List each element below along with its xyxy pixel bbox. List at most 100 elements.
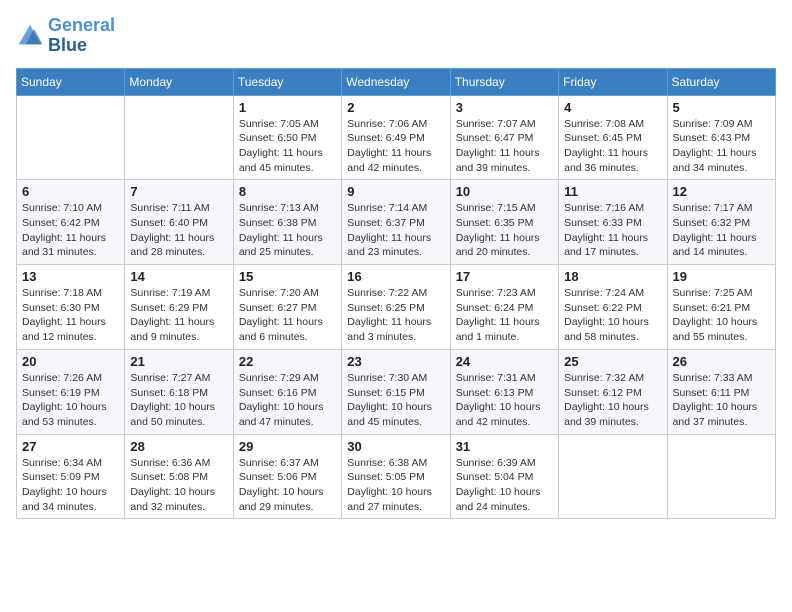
calendar-cell: 21 Sunrise: 7:27 AMSunset: 6:18 PMDayligh… <box>125 349 233 434</box>
day-number: 1 <box>239 100 336 115</box>
calendar-table: SundayMondayTuesdayWednesdayThursdayFrid… <box>16 68 776 520</box>
calendar-cell: 15 Sunrise: 7:20 AMSunset: 6:27 PMDayligh… <box>233 265 341 350</box>
weekday-header: Sunday <box>17 68 125 95</box>
day-info: Sunrise: 7:27 AMSunset: 6:18 PMDaylight:… <box>130 371 227 430</box>
day-info: Sunrise: 7:33 AMSunset: 6:11 PMDaylight:… <box>673 371 770 430</box>
day-number: 7 <box>130 184 227 199</box>
day-number: 8 <box>239 184 336 199</box>
calendar-week-row: 1 Sunrise: 7:05 AMSunset: 6:50 PMDaylight… <box>17 95 776 180</box>
day-info: Sunrise: 7:30 AMSunset: 6:15 PMDaylight:… <box>347 371 444 430</box>
day-number: 21 <box>130 354 227 369</box>
weekday-header: Monday <box>125 68 233 95</box>
day-info: Sunrise: 7:09 AMSunset: 6:43 PMDaylight:… <box>673 117 770 176</box>
calendar-cell: 20 Sunrise: 7:26 AMSunset: 6:19 PMDayligh… <box>17 349 125 434</box>
day-number: 4 <box>564 100 661 115</box>
calendar-cell <box>17 95 125 180</box>
calendar-cell: 13Sunrise: 7:18 AMSunset: 6:30 PMDayligh… <box>17 265 125 350</box>
weekday-header: Friday <box>559 68 667 95</box>
weekday-header: Tuesday <box>233 68 341 95</box>
day-number: 15 <box>239 269 336 284</box>
calendar-cell: 1 Sunrise: 7:05 AMSunset: 6:50 PMDaylight… <box>233 95 341 180</box>
day-info: Sunrise: 7:20 AMSunset: 6:27 PMDaylight:… <box>239 286 336 345</box>
day-info: Sunrise: 7:10 AMSunset: 6:42 PMDaylight:… <box>22 201 119 260</box>
day-info: Sunrise: 7:08 AMSunset: 6:45 PMDaylight:… <box>564 117 661 176</box>
day-number: 2 <box>347 100 444 115</box>
day-info: Sunrise: 7:18 AMSunset: 6:30 PMDaylight:… <box>22 286 119 345</box>
day-number: 5 <box>673 100 770 115</box>
day-number: 27 <box>22 439 119 454</box>
day-info: Sunrise: 7:25 AMSunset: 6:21 PMDaylight:… <box>673 286 770 345</box>
day-info: Sunrise: 7:06 AMSunset: 6:49 PMDaylight:… <box>347 117 444 176</box>
weekday-header: Saturday <box>667 68 775 95</box>
calendar-cell: 28 Sunrise: 6:36 AMSunset: 5:08 PMDayligh… <box>125 434 233 519</box>
day-number: 10 <box>456 184 553 199</box>
day-number: 16 <box>347 269 444 284</box>
calendar-cell: 2 Sunrise: 7:06 AMSunset: 6:49 PMDaylight… <box>342 95 450 180</box>
calendar-week-row: 13Sunrise: 7:18 AMSunset: 6:30 PMDayligh… <box>17 265 776 350</box>
calendar-cell: 16 Sunrise: 7:22 AMSunset: 6:25 PMDayligh… <box>342 265 450 350</box>
calendar-cell <box>125 95 233 180</box>
day-number: 25 <box>564 354 661 369</box>
day-number: 17 <box>456 269 553 284</box>
logo-icon <box>16 22 44 50</box>
day-number: 23 <box>347 354 444 369</box>
day-number: 28 <box>130 439 227 454</box>
day-info: Sunrise: 7:29 AMSunset: 6:16 PMDaylight:… <box>239 371 336 430</box>
day-info: Sunrise: 7:19 AMSunset: 6:29 PMDaylight:… <box>130 286 227 345</box>
day-number: 18 <box>564 269 661 284</box>
day-number: 24 <box>456 354 553 369</box>
day-info: Sunrise: 7:22 AMSunset: 6:25 PMDaylight:… <box>347 286 444 345</box>
day-info: Sunrise: 7:13 AMSunset: 6:38 PMDaylight:… <box>239 201 336 260</box>
calendar-header-row: SundayMondayTuesdayWednesdayThursdayFrid… <box>17 68 776 95</box>
day-number: 19 <box>673 269 770 284</box>
calendar-cell: 26 Sunrise: 7:33 AMSunset: 6:11 PMDayligh… <box>667 349 775 434</box>
calendar-cell: 19 Sunrise: 7:25 AMSunset: 6:21 PMDayligh… <box>667 265 775 350</box>
weekday-header: Thursday <box>450 68 558 95</box>
calendar-cell: 31Sunrise: 6:39 AMSunset: 5:04 PMDayligh… <box>450 434 558 519</box>
weekday-header: Wednesday <box>342 68 450 95</box>
calendar-cell: 30Sunrise: 6:38 AMSunset: 5:05 PMDayligh… <box>342 434 450 519</box>
day-info: Sunrise: 7:07 AMSunset: 6:47 PMDaylight:… <box>456 117 553 176</box>
day-info: Sunrise: 6:37 AMSunset: 5:06 PMDaylight:… <box>239 456 336 515</box>
day-number: 26 <box>673 354 770 369</box>
calendar-week-row: 27 Sunrise: 6:34 AMSunset: 5:09 PMDayligh… <box>17 434 776 519</box>
day-info: Sunrise: 7:26 AMSunset: 6:19 PMDaylight:… <box>22 371 119 430</box>
calendar-cell: 6 Sunrise: 7:10 AMSunset: 6:42 PMDaylight… <box>17 180 125 265</box>
day-number: 30 <box>347 439 444 454</box>
calendar-cell: 18Sunrise: 7:24 AMSunset: 6:22 PMDayligh… <box>559 265 667 350</box>
day-info: Sunrise: 7:05 AMSunset: 6:50 PMDaylight:… <box>239 117 336 176</box>
calendar-cell: 17 Sunrise: 7:23 AMSunset: 6:24 PMDayligh… <box>450 265 558 350</box>
logo: General Blue <box>16 16 115 56</box>
calendar-cell: 9Sunrise: 7:14 AMSunset: 6:37 PMDaylight… <box>342 180 450 265</box>
day-info: Sunrise: 7:11 AMSunset: 6:40 PMDaylight:… <box>130 201 227 260</box>
logo-text: General Blue <box>48 16 115 56</box>
calendar-cell: 10 Sunrise: 7:15 AMSunset: 6:35 PMDayligh… <box>450 180 558 265</box>
calendar-week-row: 20 Sunrise: 7:26 AMSunset: 6:19 PMDayligh… <box>17 349 776 434</box>
calendar-body: 1 Sunrise: 7:05 AMSunset: 6:50 PMDaylight… <box>17 95 776 519</box>
day-number: 31 <box>456 439 553 454</box>
day-number: 29 <box>239 439 336 454</box>
calendar-cell: 5 Sunrise: 7:09 AMSunset: 6:43 PMDaylight… <box>667 95 775 180</box>
page-header: General Blue <box>16 16 776 56</box>
calendar-cell: 14Sunrise: 7:19 AMSunset: 6:29 PMDayligh… <box>125 265 233 350</box>
calendar-cell: 11Sunrise: 7:16 AMSunset: 6:33 PMDayligh… <box>559 180 667 265</box>
calendar-cell: 8 Sunrise: 7:13 AMSunset: 6:38 PMDaylight… <box>233 180 341 265</box>
day-number: 11 <box>564 184 661 199</box>
day-info: Sunrise: 7:32 AMSunset: 6:12 PMDaylight:… <box>564 371 661 430</box>
day-info: Sunrise: 6:36 AMSunset: 5:08 PMDaylight:… <box>130 456 227 515</box>
day-number: 3 <box>456 100 553 115</box>
calendar-cell: 29 Sunrise: 6:37 AMSunset: 5:06 PMDayligh… <box>233 434 341 519</box>
calendar-cell: 4 Sunrise: 7:08 AMSunset: 6:45 PMDaylight… <box>559 95 667 180</box>
day-info: Sunrise: 6:34 AMSunset: 5:09 PMDaylight:… <box>22 456 119 515</box>
day-info: Sunrise: 7:15 AMSunset: 6:35 PMDaylight:… <box>456 201 553 260</box>
calendar-cell: 12Sunrise: 7:17 AMSunset: 6:32 PMDayligh… <box>667 180 775 265</box>
calendar-cell: 24Sunrise: 7:31 AMSunset: 6:13 PMDayligh… <box>450 349 558 434</box>
day-number: 22 <box>239 354 336 369</box>
day-info: Sunrise: 7:23 AMSunset: 6:24 PMDaylight:… <box>456 286 553 345</box>
calendar-cell: 22 Sunrise: 7:29 AMSunset: 6:16 PMDayligh… <box>233 349 341 434</box>
day-number: 12 <box>673 184 770 199</box>
calendar-cell <box>667 434 775 519</box>
calendar-cell: 27 Sunrise: 6:34 AMSunset: 5:09 PMDayligh… <box>17 434 125 519</box>
day-number: 20 <box>22 354 119 369</box>
day-number: 6 <box>22 184 119 199</box>
